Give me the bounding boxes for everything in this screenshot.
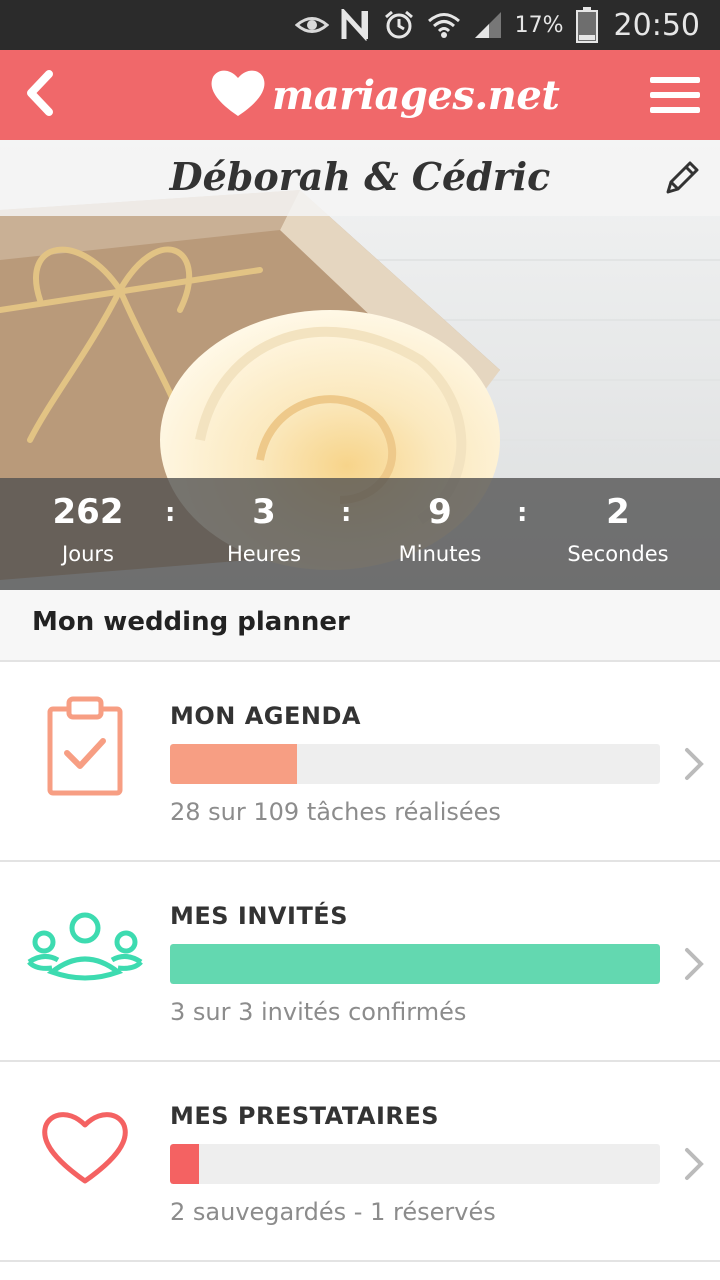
edit-button[interactable] <box>660 158 702 200</box>
couple-title-bar: Déborah & Cédric <box>0 140 720 216</box>
card-subtitle: 3 sur 3 invités confirmés <box>170 998 467 1026</box>
chevron-left-icon <box>23 69 55 121</box>
app-header: mariages.net <box>0 50 720 140</box>
countdown-label: Heures <box>226 542 302 566</box>
hamburger-menu-icon <box>650 77 700 83</box>
card-title: MES INVITÉS <box>170 902 348 930</box>
card-title: MES PRESTATAIRES <box>170 1102 440 1130</box>
alarm-icon <box>383 9 415 41</box>
chevron-right-icon <box>682 746 706 782</box>
agenda-card[interactable]: MON AGENDA 28 sur 109 tâches réalisées <box>0 662 720 862</box>
planner-section-header: Mon wedding planner <box>0 590 720 662</box>
countdown-days: 262 Jours <box>8 492 168 566</box>
countdown-value: 9 <box>428 492 452 532</box>
brand-logo[interactable]: mariages.net <box>208 58 560 132</box>
countdown-separator: : <box>341 498 352 528</box>
logo-text: mariages.net <box>272 71 560 119</box>
pencil-icon <box>660 161 702 204</box>
chevron-right-icon <box>682 946 706 982</box>
section-title: Mon wedding planner <box>32 607 350 637</box>
countdown-label: Secondes <box>567 542 669 566</box>
countdown-label: Minutes <box>398 542 482 566</box>
signal-icon <box>473 10 503 40</box>
guests-progress-bar <box>170 944 660 984</box>
people-group-icon <box>26 892 144 1002</box>
nfc-icon <box>341 9 371 41</box>
card-title: MON AGENDA <box>170 702 361 730</box>
couple-name: Déborah & Cédric <box>169 154 551 199</box>
card-subtitle: 28 sur 109 tâches réalisées <box>170 798 501 826</box>
countdown-label: Jours <box>62 542 114 566</box>
clipboard-check-icon <box>26 692 144 802</box>
countdown-value: 262 <box>52 492 124 532</box>
heart-icon <box>26 1092 144 1202</box>
back-button[interactable] <box>14 68 64 122</box>
progress-fill <box>170 1144 200 1184</box>
heart-logo-icon <box>208 66 268 125</box>
vendors-progress-bar <box>170 1144 660 1184</box>
hero-banner: Déborah & Cédric 262 Jours : 3 Heures : … <box>0 140 720 590</box>
countdown-separator: : <box>165 498 176 528</box>
countdown-hours: 3 Heures <box>184 492 344 566</box>
status-icons: 17% 20:50 <box>294 0 700 50</box>
progress-fill <box>170 744 298 784</box>
eye-icon <box>294 14 329 36</box>
wifi-icon <box>427 10 461 40</box>
menu-button[interactable] <box>650 70 700 120</box>
card-subtitle: 2 sauvegardés - 1 réservés <box>170 1198 496 1226</box>
progress-fill <box>170 944 660 984</box>
battery-icon <box>575 7 598 43</box>
countdown-minutes: 9 Minutes <box>360 492 520 566</box>
wedding-countdown: 262 Jours : 3 Heures : 9 Minutes : 2 Sec… <box>0 478 720 590</box>
battery-percentage: 17% <box>514 12 564 38</box>
countdown-seconds: 2 Secondes <box>538 492 698 566</box>
chevron-right-icon <box>682 1146 706 1182</box>
menu-bar <box>650 92 700 98</box>
guests-card[interactable]: MES INVITÉS 3 sur 3 invités confirmés <box>0 862 720 1062</box>
menu-bar <box>650 107 700 113</box>
vendors-card[interactable]: MES PRESTATAIRES 2 sauvegardés - 1 réser… <box>0 1062 720 1262</box>
status-bar: 17% 20:50 <box>0 0 720 50</box>
countdown-separator: : <box>517 498 528 528</box>
countdown-value: 3 <box>252 492 276 532</box>
countdown-value: 2 <box>606 492 630 532</box>
clock-time: 20:50 <box>613 7 700 43</box>
agenda-progress-bar <box>170 744 660 784</box>
